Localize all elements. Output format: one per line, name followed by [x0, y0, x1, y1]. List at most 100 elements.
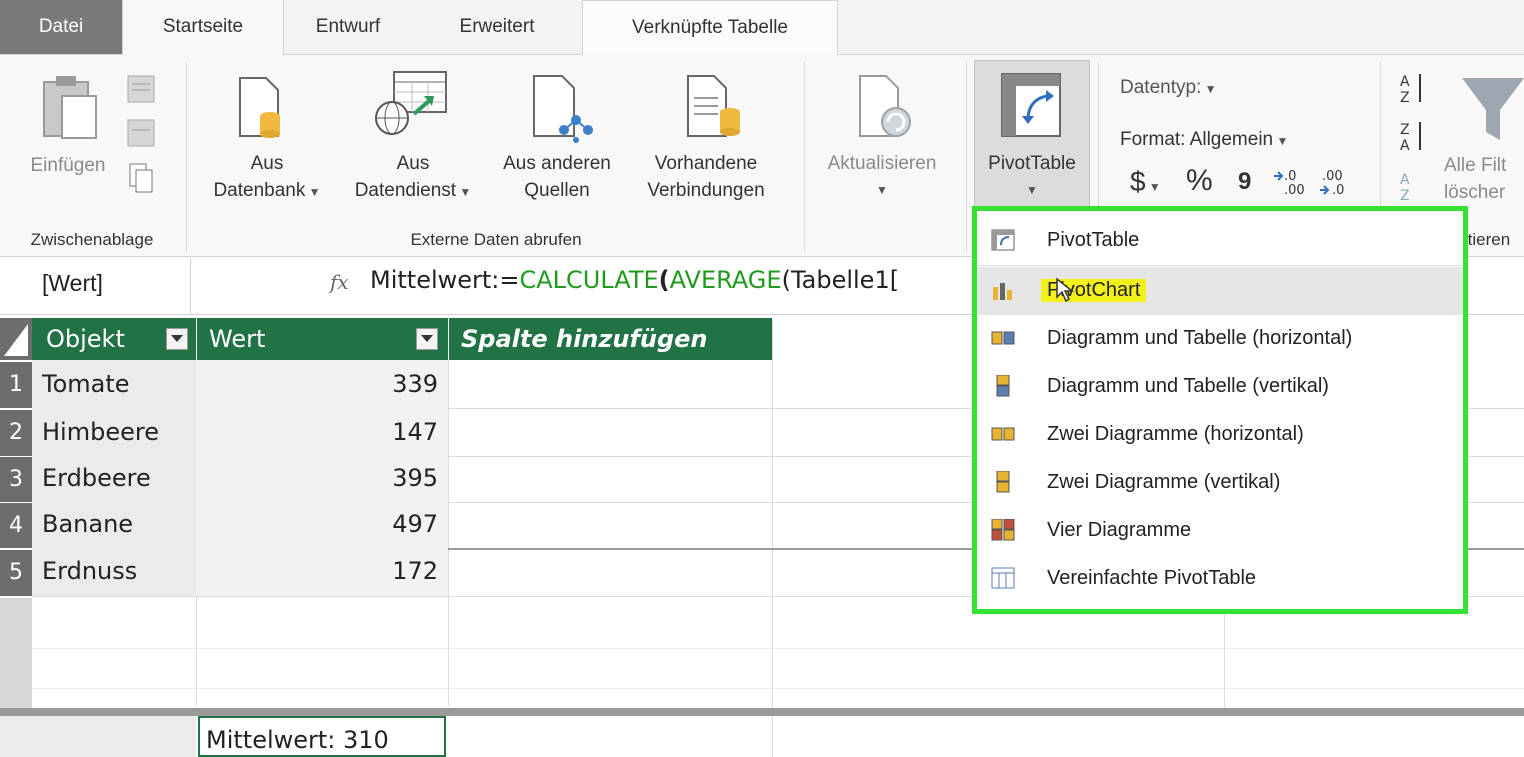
- formula-rest: (Tabelle1[: [781, 266, 900, 294]
- column-header-add-column[interactable]: Spalte hinzufügen: [449, 318, 772, 360]
- paste-button[interactable]: Einfügen: [18, 152, 118, 179]
- clear-filters-label-2: löscher: [1444, 182, 1506, 203]
- svg-text:A: A: [1400, 172, 1410, 188]
- decrease-decimal-icon[interactable]: .00.0: [1318, 168, 1354, 198]
- sort-group-label: rtieren: [1462, 230, 1511, 249]
- formula-paren: (: [658, 266, 670, 294]
- select-all-corner[interactable]: [0, 318, 32, 360]
- formula-calculate: CALCULATE: [519, 266, 659, 294]
- from-other-label-1: Aus anderen: [503, 153, 611, 174]
- from-other-sources-button[interactable]: Aus anderen Quellen: [490, 150, 624, 204]
- currency-icon: $: [1130, 166, 1146, 197]
- comma-button[interactable]: 9: [1238, 168, 1251, 196]
- refresh-icon: [856, 74, 916, 144]
- existing-connections-button[interactable]: Vorhandene Verbindungen: [630, 150, 782, 204]
- data-service-icon: [368, 70, 450, 142]
- two-charts-horizontal-icon: [991, 423, 1015, 445]
- chevron-down-icon: ▼: [1201, 82, 1217, 96]
- menu-item-label: Diagramm und Tabelle (horizontal): [1047, 327, 1353, 349]
- clear-filter-icon: [1460, 70, 1524, 150]
- column-header-objekt-label: Objekt: [46, 325, 125, 353]
- format-dropdown[interactable]: Format: Allgemein ▼: [1120, 126, 1288, 155]
- calculation-area-left: [0, 716, 196, 757]
- menu-item-chart-table-vertical[interactable]: Diagramm und Tabelle (vertikal): [977, 363, 1463, 411]
- row-header-empty: [0, 598, 32, 708]
- currency-button[interactable]: $ ▼: [1130, 166, 1161, 198]
- svg-text:.0: .0: [1332, 183, 1344, 198]
- svg-text:Z: Z: [1400, 122, 1410, 138]
- menu-item-four-charts[interactable]: Vier Diagramme: [977, 507, 1463, 555]
- cell-objekt[interactable]: Tomate: [42, 370, 130, 398]
- menu-item-flattened-pivottable[interactable]: Vereinfachte PivotTable: [977, 555, 1463, 603]
- cell-objekt[interactable]: Banane: [42, 510, 133, 538]
- format-painter-icon[interactable]: [124, 160, 164, 196]
- row-number[interactable]: 4: [0, 503, 32, 548]
- tab-linked-table[interactable]: Verknüpfte Tabelle: [582, 0, 838, 55]
- menu-item-pivottable[interactable]: PivotTable: [977, 217, 1463, 265]
- menu-item-label: Diagramm und Tabelle (vertikal): [1047, 375, 1329, 397]
- tab-design[interactable]: Entwurf: [292, 0, 404, 54]
- row-number[interactable]: 3: [0, 457, 32, 502]
- menu-item-pivotchart[interactable]: PivotChart: [977, 267, 1463, 315]
- cell-wert[interactable]: 172: [200, 557, 438, 585]
- column-header-wert[interactable]: Wert: [197, 318, 449, 360]
- name-box[interactable]: [Wert]: [0, 258, 191, 314]
- cell-wert[interactable]: 339: [200, 370, 438, 398]
- refresh-button[interactable]: Aktualisieren ▼: [808, 150, 956, 204]
- add-column-label: Spalte hinzufügen: [461, 325, 708, 353]
- menu-item-chart-table-horizontal[interactable]: Diagramm und Tabelle (horizontal): [977, 315, 1463, 363]
- paste-icon: [38, 74, 100, 142]
- ribbon-tab-bar: Datei Startseite Entwurf Erweitert Verkn…: [0, 0, 1524, 55]
- filter-dropdown-icon[interactable]: [416, 328, 438, 350]
- formula-input[interactable]: Mittelwert:=CALCULATE(AVERAGE(Tabelle1[: [370, 266, 899, 294]
- menu-item-label: PivotTable: [1047, 229, 1140, 251]
- svg-text:A: A: [1400, 138, 1410, 154]
- menu-item-label: Vier Diagramme: [1047, 519, 1192, 541]
- cell-objekt[interactable]: Erdbeere: [42, 464, 151, 492]
- from-database-button[interactable]: Aus Datenbank ▼: [200, 150, 334, 206]
- from-data-service-button[interactable]: Aus Datendienst ▼: [338, 150, 488, 206]
- group-separator: [966, 62, 967, 252]
- row-number[interactable]: 5: [0, 550, 32, 596]
- pivottable-label-group: PivotTable ▼: [974, 150, 1090, 204]
- format-label: Format: Allgemein: [1120, 129, 1274, 150]
- cell-wert[interactable]: 147: [200, 418, 438, 446]
- cell-wert[interactable]: 395: [200, 464, 438, 492]
- column-header-wert-label: Wert: [209, 325, 266, 353]
- cell-wert[interactable]: 497: [200, 510, 438, 538]
- svg-text:Z: Z: [1400, 90, 1410, 106]
- cell-objekt[interactable]: Erdnuss: [42, 557, 137, 585]
- increase-decimal-icon[interactable]: .0.00: [1272, 168, 1308, 198]
- chevron-down-icon: ▼: [456, 185, 472, 199]
- tab-advanced[interactable]: Erweitert: [432, 0, 562, 54]
- cut-icon[interactable]: [124, 72, 164, 112]
- clear-all-filters-button[interactable]: Alle Filt löscher: [1444, 152, 1524, 206]
- filter-dropdown-icon[interactable]: [166, 328, 188, 350]
- tab-file[interactable]: Datei: [0, 0, 122, 54]
- measure-cell[interactable]: Mittelwert: 310: [198, 716, 446, 757]
- row-number[interactable]: 1: [0, 362, 32, 408]
- group-separator: [186, 62, 187, 252]
- tab-home[interactable]: Startseite: [122, 0, 284, 55]
- svg-text:.00: .00: [1284, 183, 1305, 198]
- menu-item-label: Zwei Diagramme (vertikal): [1047, 471, 1281, 493]
- formula-average: AVERAGE: [669, 266, 782, 294]
- menu-item-two-charts-horizontal[interactable]: Zwei Diagramme (horizontal): [977, 411, 1463, 459]
- from-service-label-2: Datendienst: [354, 180, 457, 201]
- database-icon: [238, 76, 284, 140]
- fx-icon[interactable]: fx: [330, 270, 349, 294]
- two-charts-vertical-icon: [991, 470, 1015, 493]
- external-data-group-label: Externe Daten abrufen: [410, 230, 582, 249]
- cell-objekt[interactable]: Himbeere: [42, 418, 159, 446]
- sort-icons[interactable]: AZZAAZ: [1398, 66, 1430, 206]
- menu-item-label: Zwei Diagramme (horizontal): [1047, 423, 1304, 445]
- svg-text:.00: .00: [1322, 169, 1343, 184]
- clipboard-group-label: Zwischenablage: [30, 230, 154, 249]
- copy-icon[interactable]: [124, 116, 164, 152]
- pivotchart-icon: [991, 279, 1015, 301]
- datatype-dropdown[interactable]: Datentyp: ▼: [1120, 74, 1217, 103]
- row-number[interactable]: 2: [0, 410, 32, 456]
- percent-button[interactable]: %: [1186, 164, 1213, 198]
- group-separator: [804, 62, 805, 252]
- menu-item-two-charts-vertical[interactable]: Zwei Diagramme (vertikal): [977, 459, 1463, 507]
